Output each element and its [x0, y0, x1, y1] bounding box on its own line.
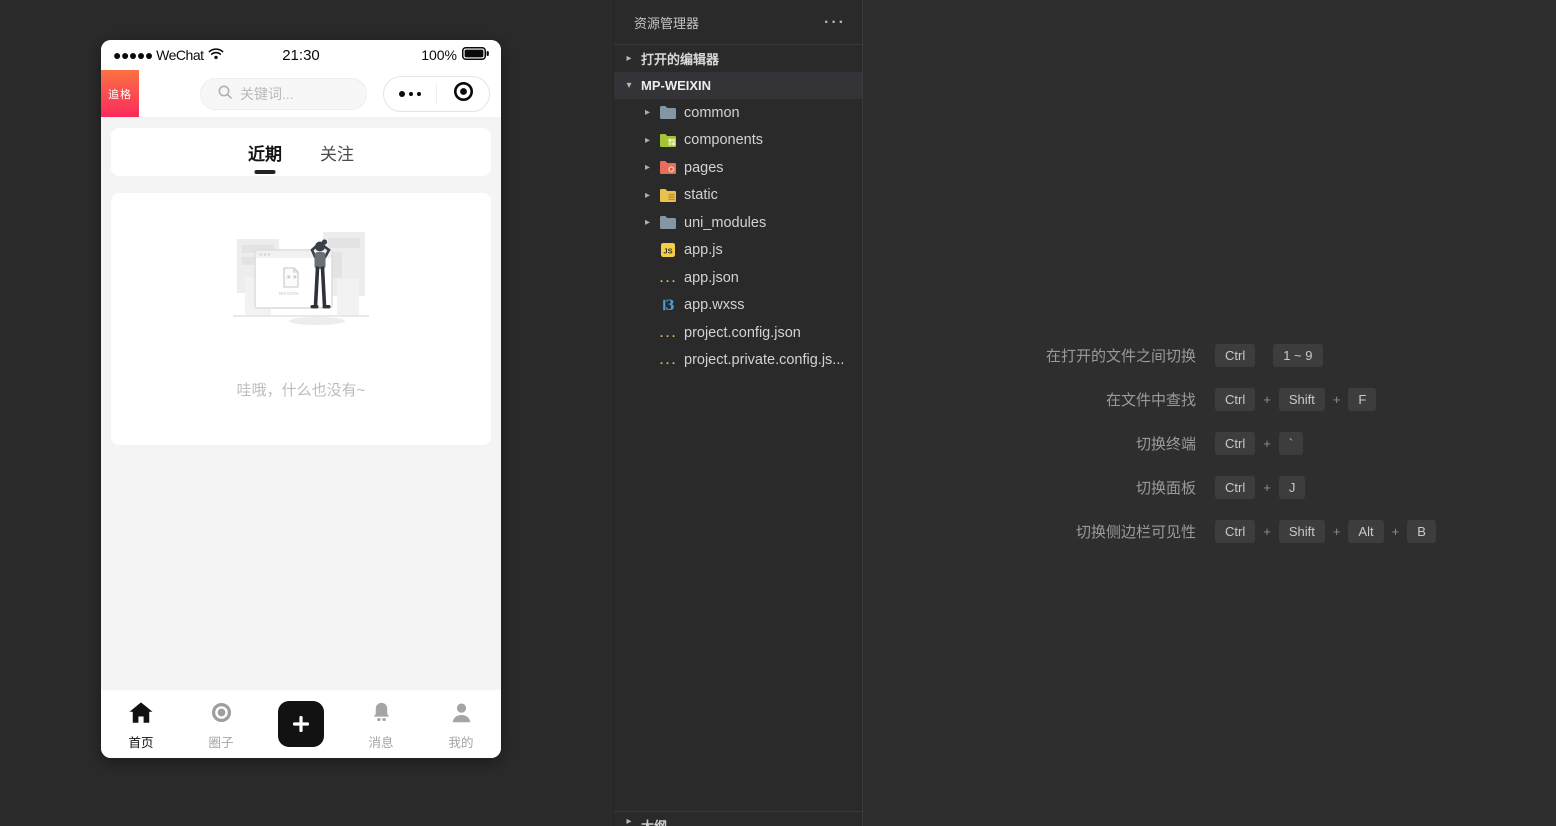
plus-icon: [278, 701, 324, 747]
battery-percent: 100%: [421, 47, 457, 63]
keycap: Shift: [1278, 520, 1325, 543]
no-data-illustration: NO DATA: [225, 217, 377, 336]
svg-text:{...}: {...}: [658, 356, 677, 367]
keycap: F: [1348, 388, 1377, 411]
tree-row-file[interactable]: {...} project.config.json: [614, 319, 862, 347]
app-logo-badge: 追格: [101, 70, 139, 117]
explorer-section[interactable]: ▸ 打开的编辑器: [614, 45, 862, 72]
explorer-sections: ▸ 打开的编辑器 ▾ MP-WEIXIN: [614, 45, 862, 99]
explorer-section[interactable]: ▾ MP-WEIXIN: [614, 72, 862, 99]
tabbar-item[interactable]: 圈子: [181, 690, 261, 758]
status-bar: ●●●●● WeChat 21:30 100%: [101, 40, 501, 70]
no-data-label: NO DATA: [279, 291, 300, 296]
circle-icon: [209, 701, 234, 729]
keycap: Ctrl: [1215, 476, 1256, 499]
empty-feed-card: NO DATA 哇哦，什么也没有~: [111, 193, 491, 445]
empty-message: 哇哦，什么也没有~: [236, 382, 366, 399]
home-icon: [128, 701, 154, 729]
tabbar-item[interactable]: 首页: [101, 690, 181, 758]
shortcut-row: 切换面板 Ctrl + J: [863, 474, 1556, 501]
tabbar-publish-button[interactable]: [261, 690, 341, 758]
tree-row-folder[interactable]: ▸ components: [614, 127, 862, 155]
shortcut-row: 在打开的文件之间切换 Ctrl 1 ~ 9: [863, 342, 1556, 369]
js-file-icon: JS: [658, 242, 677, 259]
tabbar-item[interactable]: 消息: [341, 690, 421, 758]
chevron-right-icon: ▸: [645, 134, 651, 146]
capsule-more-button[interactable]: [384, 77, 436, 111]
shortcut-row: 切换侧边栏可见性 Ctrl + Shift + Alt + B: [863, 518, 1556, 545]
tree-row-file[interactable]: {...} app.json: [614, 264, 862, 292]
user-icon: [449, 701, 474, 729]
capsule-exit-button[interactable]: [437, 77, 489, 111]
more-dots-icon: [399, 91, 421, 97]
explorer-more-actions-button[interactable]: ···: [824, 0, 846, 45]
bottom-tab-bar: 首页 圈子 消息 我的: [101, 690, 501, 758]
tabbar-item[interactable]: 我的: [421, 690, 501, 758]
search-placeholder: 关键词...: [240, 86, 294, 102]
keycap: `: [1278, 432, 1304, 455]
svg-text:{...}: {...}: [658, 329, 677, 340]
chevron-right-icon: ▸: [626, 53, 632, 64]
keycap: 1 ~ 9: [1273, 344, 1323, 367]
wechat-capsule: [383, 76, 490, 112]
folder-static-icon: [658, 187, 677, 204]
chevron-right-icon: ▸: [626, 816, 632, 826]
keycap: Ctrl: [1215, 344, 1256, 367]
chevron-right-icon: ▸: [645, 189, 651, 201]
tree-row-file[interactable]: JS app.js: [614, 237, 862, 265]
mini-app-navbar: 追格 关键词...: [101, 70, 501, 117]
json-file-icon: {...}: [658, 269, 677, 286]
keycap: Shift: [1278, 388, 1325, 411]
phone-simulator: ●●●●● WeChat 21:30 100% 追格 关键词... 近期 关注 …: [101, 40, 501, 758]
outline-section-header[interactable]: ▸ 大纲: [614, 811, 862, 826]
tree-row-folder[interactable]: ▸ pages: [614, 154, 862, 182]
keycap: J: [1278, 476, 1306, 499]
folder-uni-modules-icon: [658, 214, 677, 231]
svg-text:{...}: {...}: [658, 274, 677, 285]
simulator-pane: ●●●●● WeChat 21:30 100% 追格 关键词... 近期 关注 …: [0, 0, 613, 826]
json-file-icon: {...}: [658, 324, 677, 341]
explorer-panel: 资源管理器 ··· ▸ 打开的编辑器 ▾ MP-WEIXIN ▸ common …: [613, 0, 862, 826]
tree-row-folder[interactable]: ▸ common: [614, 99, 862, 127]
shortcut-row: 在文件中查找 Ctrl + Shift + F: [863, 386, 1556, 413]
keycap: Ctrl: [1215, 388, 1256, 411]
feed-tabs: 近期 关注: [111, 128, 491, 176]
search-icon: [217, 84, 233, 105]
explorer-header: 资源管理器 ···: [614, 0, 862, 45]
tree-row-folder[interactable]: ▸ uni_modules: [614, 209, 862, 237]
file-tree: ▸ common ▸ components ▸ pages ▸ static ▸…: [614, 99, 862, 374]
svg-text:3: 3: [665, 298, 674, 313]
json-file-icon: {...}: [658, 352, 677, 369]
tree-row-folder[interactable]: ▸ static: [614, 182, 862, 210]
tree-row-file[interactable]: {...} project.private.config.js...: [614, 347, 862, 375]
chevron-right-icon: ▸: [645, 217, 651, 229]
keycap: Ctrl: [1215, 432, 1256, 455]
search-input[interactable]: 关键词...: [200, 78, 367, 110]
chevron-down-icon: ▾: [626, 80, 632, 91]
folder-components-icon: [658, 132, 677, 149]
record-circle-icon: [452, 80, 475, 108]
battery-icon: [462, 47, 489, 63]
tree-row-file[interactable]: 3 app.wxss: [614, 292, 862, 320]
explorer-title: 资源管理器: [634, 15, 700, 31]
folder-common-icon: [658, 104, 677, 121]
feed-tab-active[interactable]: 近期: [248, 140, 282, 165]
shortcut-hints: 在打开的文件之间切换 Ctrl 1 ~ 9 在文件中查找 Ctrl + Shift + F…: [863, 342, 1556, 562]
shortcut-row: 切换终端 Ctrl + `: [863, 430, 1556, 457]
chevron-right-icon: ▸: [645, 107, 651, 119]
folder-pages-icon: [658, 159, 677, 176]
app-window: ●●●●● WeChat 21:30 100% 追格 关键词... 近期 关注 …: [0, 0, 1556, 826]
css-file-icon: 3: [658, 297, 677, 314]
chevron-right-icon: ▸: [645, 162, 651, 174]
svg-text:JS: JS: [663, 247, 672, 256]
outline-label: 大纲: [641, 816, 667, 826]
feed-tab-inactive[interactable]: 关注: [320, 140, 354, 165]
editor-area: 在打开的文件之间切换 Ctrl 1 ~ 9 在文件中查找 Ctrl + Shift + F…: [862, 0, 1556, 826]
bell-icon: [369, 701, 394, 729]
keycap: Ctrl: [1215, 520, 1256, 543]
keycap: Alt: [1348, 520, 1384, 543]
keycap: B: [1407, 520, 1436, 543]
